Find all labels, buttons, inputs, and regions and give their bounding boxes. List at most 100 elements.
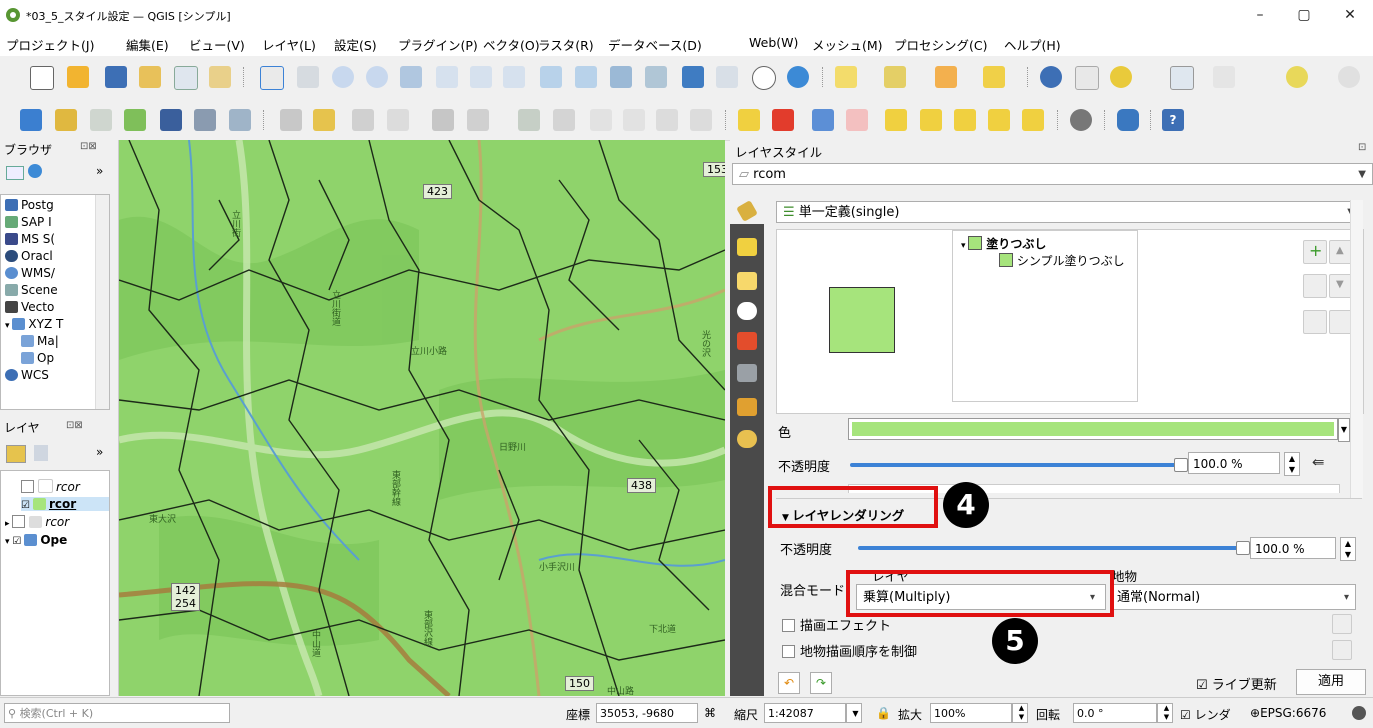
scale-field[interactable]: 1:42087 — [764, 703, 846, 723]
menu-database[interactable]: データベース(D) — [608, 35, 702, 54]
metasearch-icon[interactable] — [1070, 109, 1092, 131]
menu-raster[interactable]: ラスタ(R) — [538, 35, 594, 54]
list-item[interactable]: MS S( — [5, 232, 55, 246]
menu-layer[interactable]: レイヤ(L) — [262, 35, 316, 54]
effects-settings-button[interactable] — [1332, 614, 1352, 634]
show-bookmarks-icon[interactable] — [716, 66, 738, 88]
opacity-slider[interactable] — [848, 455, 1188, 475]
copy-icon[interactable] — [590, 109, 612, 131]
deselect-icon[interactable] — [935, 66, 957, 88]
opacity-slider-handle[interactable] — [1174, 458, 1188, 472]
list-item[interactable]: Vecto — [5, 300, 54, 314]
render-opacity-slider-handle[interactable] — [1236, 541, 1250, 555]
magnifier-spin[interactable]: ▲ ▼ — [1012, 703, 1028, 723]
field-calculator-icon[interactable] — [1110, 66, 1132, 88]
zoom-last-icon[interactable] — [540, 66, 562, 88]
data-defined-icon[interactable]: ⇚ — [1312, 453, 1325, 471]
refresh-browser-icon[interactable] — [28, 164, 42, 178]
redo-icon[interactable]: ↷ — [810, 672, 832, 694]
menu-plugins[interactable]: プラグイン(P) — [398, 35, 478, 54]
new-3d-view-icon[interactable] — [645, 66, 667, 88]
order-settings-button[interactable] — [1332, 640, 1352, 660]
help-icon[interactable]: ? — [1162, 109, 1184, 131]
menu-help[interactable]: ヘルプ(H) — [1004, 35, 1061, 54]
crs-button[interactable]: ⊕EPSG:6676 — [1250, 706, 1326, 720]
toggle-edit-icon[interactable] — [313, 109, 335, 131]
python-console-icon[interactable] — [1117, 109, 1139, 131]
save-project-icon[interactable] — [105, 66, 127, 88]
new-layout-icon[interactable] — [139, 66, 161, 88]
masks-tab-icon[interactable] — [737, 302, 757, 320]
open-styling-icon[interactable] — [6, 445, 26, 463]
menu-mesh[interactable]: メッシュ(M) — [812, 35, 883, 54]
render-checkbox[interactable]: ☑ レンダ — [1180, 706, 1231, 723]
layer-checkbox[interactable] — [21, 480, 34, 493]
open-project-icon[interactable] — [67, 66, 89, 88]
layer-select-combo[interactable]: ▱ rcom ▼ — [732, 163, 1373, 185]
style-manager-icon[interactable] — [209, 66, 231, 88]
feature-order-checkbox[interactable] — [782, 645, 795, 658]
symbology-tab-icon[interactable] — [737, 238, 757, 256]
opacity-spinbox[interactable]: 100.0 % — [1188, 452, 1280, 474]
filter-icon[interactable] — [983, 66, 1005, 88]
add-group-icon[interactable] — [34, 445, 48, 461]
map-canvas[interactable]: 423 153 438 142 254 150 立川街 立川街道 立川小路 東部幹… — [119, 140, 725, 696]
menu-vector[interactable]: ベクタ(O) — [483, 35, 540, 54]
magnifier-field[interactable]: 100% — [930, 703, 1012, 723]
temporal-icon[interactable] — [752, 66, 776, 90]
list-item[interactable]: WMS/ — [5, 266, 55, 280]
menu-settings[interactable]: 設定(S) — [334, 35, 377, 54]
list-item[interactable]: WCS — [5, 368, 49, 382]
3d-view-tab-icon[interactable] — [737, 332, 757, 350]
messages-icon[interactable] — [1352, 706, 1366, 720]
layer-item[interactable]: ▾ ☑ Ope — [5, 533, 67, 547]
diagram-icon[interactable] — [772, 109, 794, 131]
move-label-icon[interactable] — [885, 109, 907, 131]
add-selected-layers-icon[interactable] — [6, 166, 24, 180]
cut-icon[interactable] — [553, 109, 575, 131]
maximize-button[interactable]: ▢ — [1282, 4, 1326, 26]
list-item[interactable]: ▾ XYZ T — [5, 317, 63, 331]
add-symbol-layer-button[interactable]: + — [1303, 240, 1327, 264]
tree-item-fill[interactable]: ▾ 塗りつぶし — [961, 235, 1046, 252]
zoom-layer-icon[interactable] — [470, 66, 492, 88]
layer-item[interactable]: ▸ rcor — [5, 515, 69, 529]
list-item[interactable]: SAP I — [5, 215, 52, 229]
color-dropdown-button[interactable]: ▼ — [1338, 418, 1350, 442]
select-by-value-icon[interactable] — [884, 66, 906, 88]
select-features-icon[interactable] — [835, 66, 857, 88]
list-item[interactable]: Oracl — [5, 249, 53, 263]
annotation-icon[interactable] — [1286, 66, 1308, 88]
render-opacity-spinbox[interactable]: 100.0 % — [1250, 537, 1336, 559]
new-virtual-layer-icon[interactable] — [194, 109, 216, 131]
more-icon[interactable]: » — [96, 164, 103, 178]
style-brush-icon[interactable] — [736, 200, 758, 222]
redo-icon[interactable] — [690, 109, 712, 131]
pan-icon[interactable] — [260, 66, 284, 90]
new-project-icon[interactable] — [30, 66, 54, 90]
panel-float-icon[interactable]: ⊡ — [1358, 142, 1366, 153]
labels-tab-icon[interactable] — [737, 272, 757, 290]
new-temporary-layer-icon[interactable] — [160, 109, 182, 131]
zoom-next-icon[interactable] — [575, 66, 597, 88]
new-geopackage-icon[interactable] — [55, 109, 77, 131]
zoom-full-icon[interactable] — [400, 66, 422, 88]
close-button[interactable]: ✕ — [1328, 4, 1372, 26]
vertex-tool-icon[interactable] — [432, 109, 454, 131]
add-vector-icon[interactable] — [229, 109, 251, 131]
add-feature-icon[interactable] — [387, 109, 409, 131]
diagrams-tab-icon[interactable] — [737, 364, 757, 382]
layer-item-selected[interactable]: ☑ rcor — [21, 497, 109, 511]
menu-processing[interactable]: プロセシング(C) — [894, 35, 987, 54]
draw-effects-checkbox[interactable] — [782, 619, 795, 632]
layout-manager-icon[interactable] — [174, 66, 198, 90]
layer-item[interactable]: rcor — [21, 479, 80, 494]
render-opacity-slider[interactable] — [856, 538, 1250, 558]
zoom-native-icon[interactable] — [503, 66, 525, 88]
show-hide-label-icon[interactable] — [920, 109, 942, 131]
scale-dropdown[interactable]: ▼ — [846, 703, 862, 723]
history-tab-icon[interactable] — [737, 430, 757, 448]
more-icon[interactable]: » — [96, 445, 103, 459]
identify-icon[interactable] — [1040, 66, 1062, 88]
change-label-icon[interactable] — [988, 109, 1010, 131]
